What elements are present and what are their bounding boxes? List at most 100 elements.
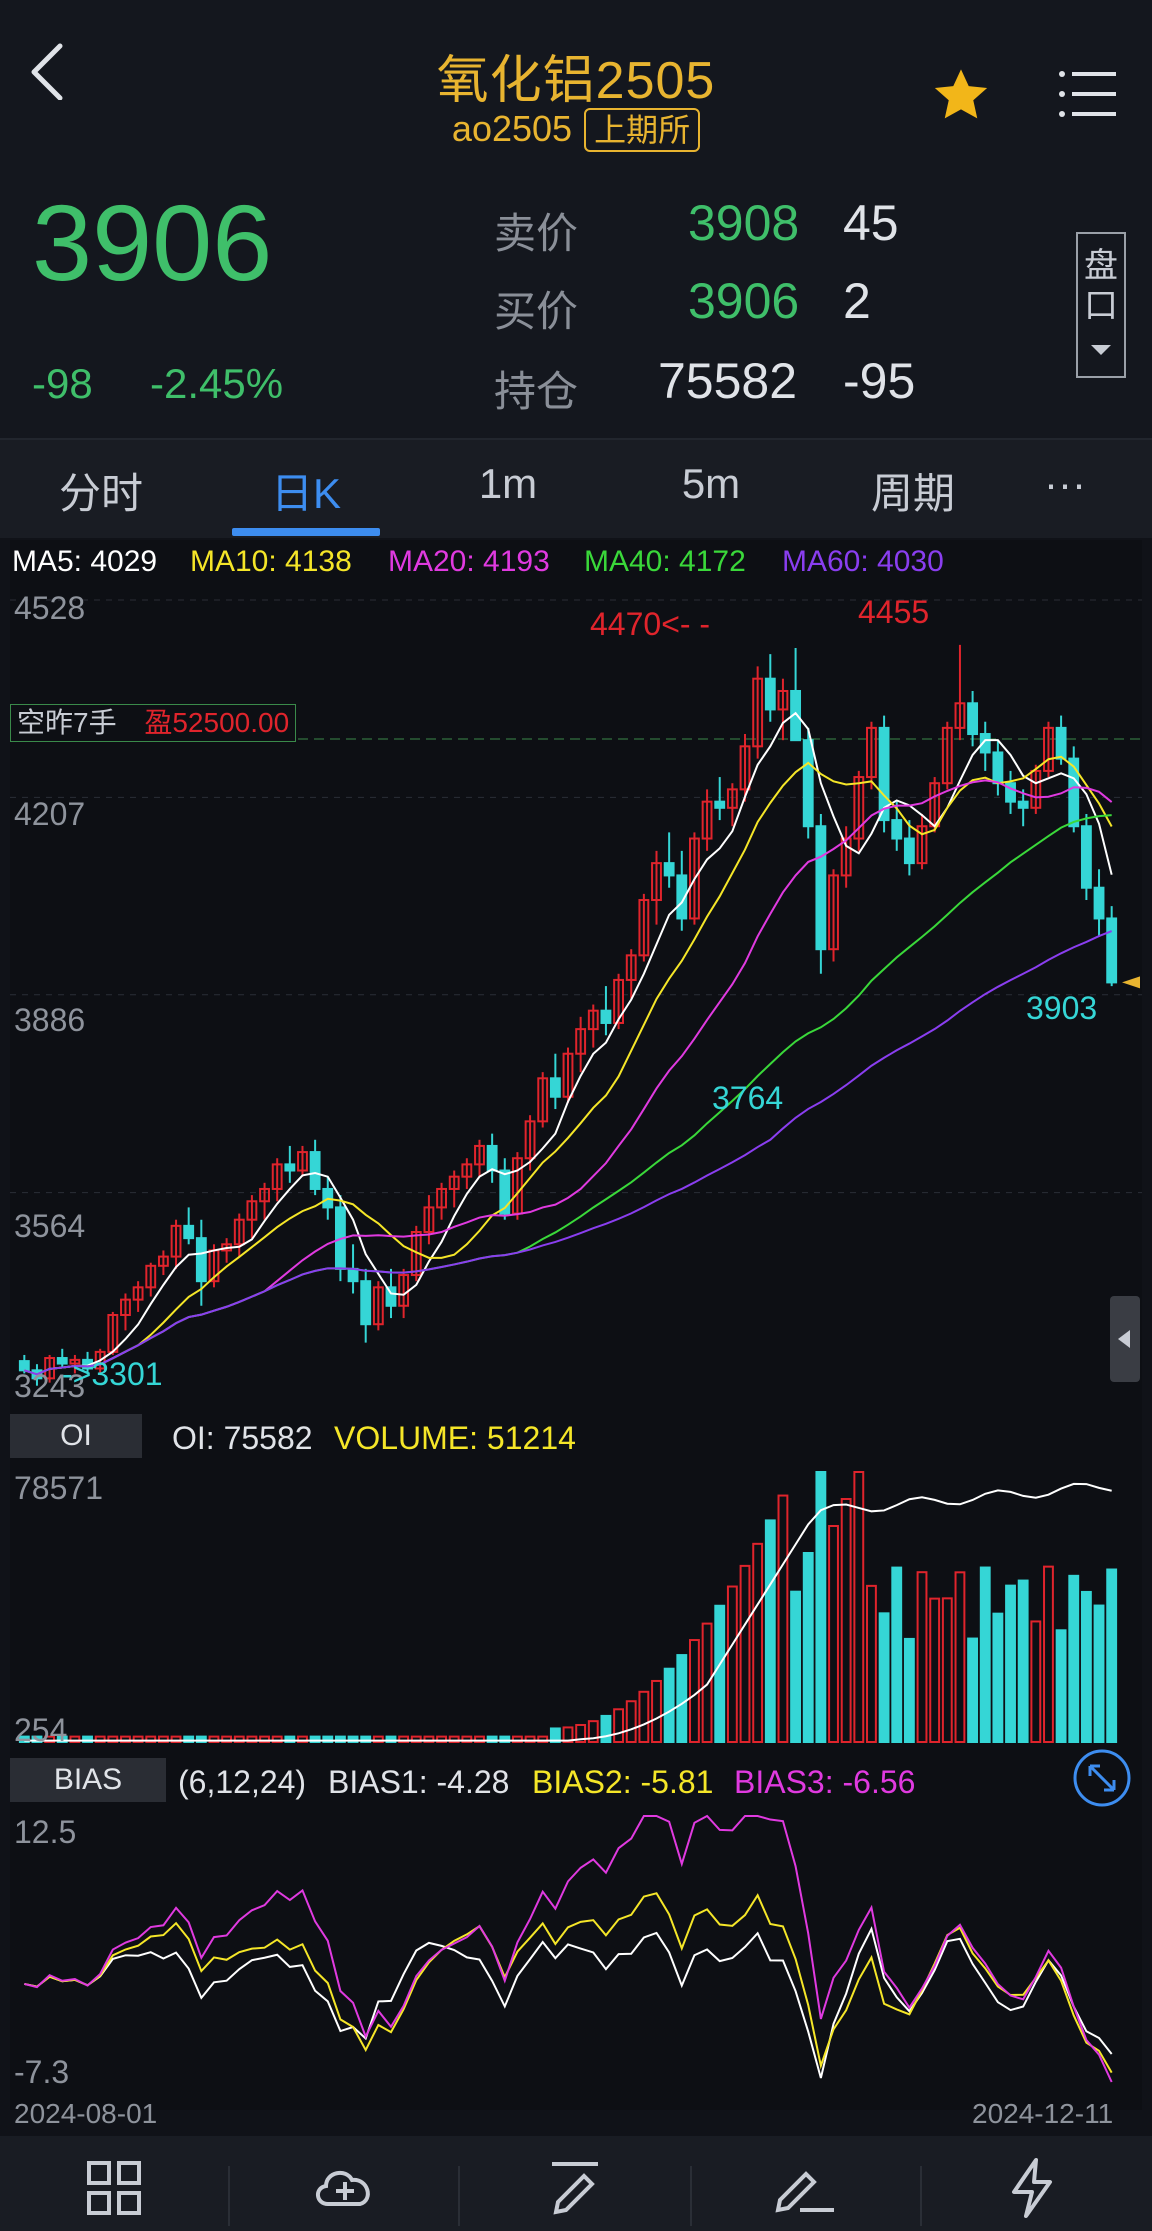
volume-bar [625, 1700, 637, 1743]
bias-y-min: -7.3 [14, 2054, 70, 2090]
tab-period[interactable]: 周期 [838, 460, 988, 521]
triangle-down-icon [1091, 345, 1111, 355]
nav-cloud-button[interactable] [310, 2160, 380, 2216]
instrument-code: ao2505 [451, 108, 573, 149]
nav-grid-button[interactable] [86, 2160, 142, 2216]
position-label[interactable]: 空昨7手 盈52500.00 [10, 704, 297, 742]
volume-bar [891, 1566, 903, 1743]
candle-body [1093, 886, 1105, 920]
divider [228, 2166, 230, 2226]
date-start: 2024-08-01 [14, 2098, 158, 2129]
bias1-value: BIAS1: -4.28 [328, 1764, 510, 1800]
bias2-value: BIAS2: -5.81 [532, 1764, 714, 1800]
volume-bar [1080, 1590, 1092, 1743]
bias-chart[interactable] [10, 1808, 1142, 2094]
open-interest-value: 75582 [658, 353, 798, 409]
last-annotation: 3903 [1026, 990, 1098, 1026]
volume-bar [676, 1654, 688, 1743]
volume-bar [992, 1612, 1004, 1743]
candle-body [486, 1144, 498, 1172]
candle-body [802, 739, 814, 828]
volume-bar [916, 1571, 928, 1744]
volume-bar [689, 1639, 700, 1744]
nav-flash-button[interactable] [1004, 2156, 1060, 2220]
candle-body [714, 800, 726, 809]
ma60-line [24, 930, 1113, 1376]
candle-body [1017, 800, 1029, 809]
volume-bar [1017, 1579, 1029, 1743]
y-tick-label: 4207 [14, 796, 86, 832]
volume-bar [739, 1564, 751, 1744]
oi-y-min: 254 [14, 1712, 68, 1748]
candle-body [284, 1163, 296, 1172]
candle-body [1080, 825, 1092, 889]
ask-price: 3908 [688, 195, 800, 251]
indicator-tag: OI [60, 1419, 92, 1452]
menu-button[interactable] [1058, 64, 1118, 124]
period-tabs: 分时 日K 1m 5m 周期 ··· [0, 440, 1152, 538]
bias3-value: BIAS3: -6.56 [734, 1764, 916, 1800]
candle-body [815, 825, 827, 951]
volume-bar [764, 1519, 776, 1743]
price-change-percent: -2.45% [150, 360, 284, 407]
candle-body [1106, 917, 1118, 984]
last-price: 3906 [32, 182, 273, 303]
volume-bar [866, 1584, 877, 1743]
bias6-line [24, 1926, 1113, 2079]
volume-bar [752, 1542, 764, 1744]
high-annotation: 4470<- - [590, 606, 711, 642]
lightning-icon [1012, 2158, 1052, 2218]
volume-bar [1005, 1584, 1016, 1743]
favorite-button[interactable] [928, 64, 994, 128]
tab-daily-k[interactable]: 日K [231, 460, 381, 521]
volume-bar [840, 1498, 852, 1743]
bottom-navigation [0, 2136, 1152, 2231]
bias-y-max: 12.5 [14, 1814, 77, 1850]
nav-draw-button[interactable] [544, 2158, 604, 2218]
position-profit: 盈52500.00 [144, 707, 290, 738]
nav-order-button[interactable] [772, 2158, 838, 2218]
bid-price: 3906 [688, 273, 800, 329]
candle-body [1068, 757, 1080, 828]
divider [690, 2166, 692, 2226]
candle-body [764, 677, 776, 711]
tab-timeshare[interactable]: 分时 [26, 460, 176, 521]
candle-body [360, 1280, 372, 1326]
volume-bar [853, 1471, 865, 1743]
volume-bar [903, 1637, 915, 1743]
volume-bar [929, 1597, 941, 1743]
volume-bar [1093, 1604, 1105, 1743]
indicator-tag: BIAS [53, 1763, 123, 1796]
indicator-selector-bias[interactable]: BIAS [10, 1758, 166, 1802]
oi-volume-chart[interactable] [10, 1462, 1142, 1750]
date-end: 2024-12-11 [972, 2098, 1114, 2129]
price-change: -98 [32, 360, 93, 407]
low-annotation: ->3301 [62, 1356, 163, 1392]
indicator-selector-oi[interactable]: OI [10, 1414, 142, 1458]
volume-bar [941, 1597, 953, 1743]
bias-params: (6,12,24) [178, 1764, 307, 1800]
fullscreen-button[interactable] [1072, 1748, 1132, 1808]
position-side: 空昨7手 [17, 707, 117, 738]
candle-body [549, 1077, 561, 1098]
triangle-left-icon [1118, 1330, 1130, 1348]
ma40-legend: MA40: 4172 [584, 545, 746, 578]
y-tick-label: 3564 [14, 1208, 86, 1244]
candle-body [309, 1151, 321, 1190]
more-tabs-button[interactable]: ··· [990, 460, 1140, 508]
y-tick-label: 4528 [14, 590, 86, 626]
ask-volume: 45 [843, 195, 899, 251]
divider [458, 2166, 460, 2226]
candle-body [183, 1224, 195, 1240]
exchange-badge: 上期所 [584, 108, 701, 152]
volume-bar [979, 1566, 991, 1743]
ma5-line [24, 711, 1113, 1376]
tab-1m[interactable]: 1m [433, 460, 583, 508]
volume-bar [613, 1708, 624, 1743]
order-book-toggle[interactable]: 盘口 [1076, 232, 1126, 378]
volume-bar [777, 1494, 789, 1744]
y-tick-label: 3886 [14, 1002, 86, 1038]
tab-5m[interactable]: 5m [636, 460, 786, 508]
collapse-handle[interactable] [1110, 1296, 1140, 1382]
candle-body [195, 1237, 207, 1283]
